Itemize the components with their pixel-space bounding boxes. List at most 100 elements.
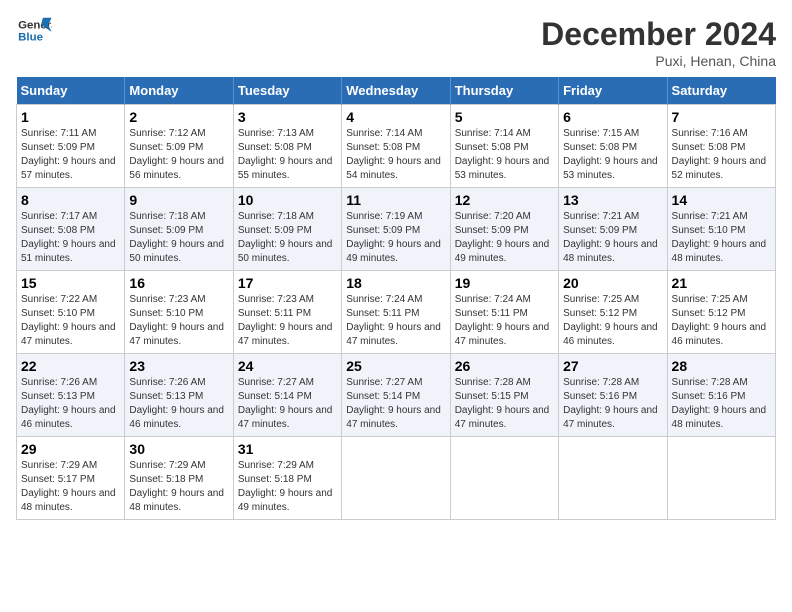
svg-text:Blue: Blue [18, 32, 43, 44]
day-info: Sunrise: 7:17 AMSunset: 5:08 PMDaylight:… [21, 211, 116, 264]
day-number: 16 [129, 275, 228, 291]
day-number: 31 [238, 441, 337, 457]
table-row: 24 Sunrise: 7:27 AMSunset: 5:14 PMDaylig… [233, 354, 341, 437]
table-row: 8 Sunrise: 7:17 AMSunset: 5:08 PMDayligh… [17, 188, 125, 271]
table-row: 9 Sunrise: 7:18 AMSunset: 5:09 PMDayligh… [125, 188, 233, 271]
table-row [667, 437, 775, 520]
day-number: 12 [455, 192, 554, 208]
day-info: Sunrise: 7:21 AMSunset: 5:09 PMDaylight:… [563, 211, 658, 264]
day-number: 2 [129, 109, 228, 125]
day-info: Sunrise: 7:24 AMSunset: 5:11 PMDaylight:… [346, 294, 441, 347]
day-info: Sunrise: 7:27 AMSunset: 5:14 PMDaylight:… [238, 377, 333, 430]
day-number: 30 [129, 441, 228, 457]
day-info: Sunrise: 7:29 AMSunset: 5:18 PMDaylight:… [238, 460, 333, 513]
table-row: 6 Sunrise: 7:15 AMSunset: 5:08 PMDayligh… [559, 105, 667, 188]
table-row: 20 Sunrise: 7:25 AMSunset: 5:12 PMDaylig… [559, 271, 667, 354]
table-row: 3 Sunrise: 7:13 AMSunset: 5:08 PMDayligh… [233, 105, 341, 188]
day-number: 4 [346, 109, 445, 125]
day-info: Sunrise: 7:20 AMSunset: 5:09 PMDaylight:… [455, 211, 550, 264]
table-row: 30 Sunrise: 7:29 AMSunset: 5:18 PMDaylig… [125, 437, 233, 520]
day-info: Sunrise: 7:22 AMSunset: 5:10 PMDaylight:… [21, 294, 116, 347]
day-number: 13 [563, 192, 662, 208]
calendar-row: 22 Sunrise: 7:26 AMSunset: 5:13 PMDaylig… [17, 354, 776, 437]
day-number: 1 [21, 109, 120, 125]
day-number: 7 [672, 109, 771, 125]
table-row: 26 Sunrise: 7:28 AMSunset: 5:15 PMDaylig… [450, 354, 558, 437]
day-info: Sunrise: 7:29 AMSunset: 5:18 PMDaylight:… [129, 460, 224, 513]
page-header: General Blue December 2024 Puxi, Henan, … [16, 16, 776, 69]
col-sunday: Sunday [17, 77, 125, 105]
table-row: 18 Sunrise: 7:24 AMSunset: 5:11 PMDaylig… [342, 271, 450, 354]
day-number: 27 [563, 358, 662, 374]
day-info: Sunrise: 7:25 AMSunset: 5:12 PMDaylight:… [672, 294, 767, 347]
day-number: 23 [129, 358, 228, 374]
table-row: 15 Sunrise: 7:22 AMSunset: 5:10 PMDaylig… [17, 271, 125, 354]
day-info: Sunrise: 7:24 AMSunset: 5:11 PMDaylight:… [455, 294, 550, 347]
day-number: 11 [346, 192, 445, 208]
table-row: 27 Sunrise: 7:28 AMSunset: 5:16 PMDaylig… [559, 354, 667, 437]
day-number: 25 [346, 358, 445, 374]
day-info: Sunrise: 7:28 AMSunset: 5:16 PMDaylight:… [563, 377, 658, 430]
day-info: Sunrise: 7:11 AMSunset: 5:09 PMDaylight:… [21, 128, 116, 181]
day-number: 19 [455, 275, 554, 291]
header-row: Sunday Monday Tuesday Wednesday Thursday… [17, 77, 776, 105]
col-tuesday: Tuesday [233, 77, 341, 105]
day-info: Sunrise: 7:25 AMSunset: 5:12 PMDaylight:… [563, 294, 658, 347]
day-number: 14 [672, 192, 771, 208]
location: Puxi, Henan, China [541, 53, 776, 69]
table-row [559, 437, 667, 520]
day-number: 6 [563, 109, 662, 125]
table-row: 25 Sunrise: 7:27 AMSunset: 5:14 PMDaylig… [342, 354, 450, 437]
month-title: December 2024 [541, 16, 776, 53]
day-info: Sunrise: 7:27 AMSunset: 5:14 PMDaylight:… [346, 377, 441, 430]
day-number: 26 [455, 358, 554, 374]
day-number: 21 [672, 275, 771, 291]
day-info: Sunrise: 7:28 AMSunset: 5:15 PMDaylight:… [455, 377, 550, 430]
day-number: 28 [672, 358, 771, 374]
table-row: 19 Sunrise: 7:24 AMSunset: 5:11 PMDaylig… [450, 271, 558, 354]
table-row: 2 Sunrise: 7:12 AMSunset: 5:09 PMDayligh… [125, 105, 233, 188]
table-row: 4 Sunrise: 7:14 AMSunset: 5:08 PMDayligh… [342, 105, 450, 188]
table-row: 11 Sunrise: 7:19 AMSunset: 5:09 PMDaylig… [342, 188, 450, 271]
table-row: 16 Sunrise: 7:23 AMSunset: 5:10 PMDaylig… [125, 271, 233, 354]
day-info: Sunrise: 7:26 AMSunset: 5:13 PMDaylight:… [129, 377, 224, 430]
title-block: December 2024 Puxi, Henan, China [541, 16, 776, 69]
day-info: Sunrise: 7:15 AMSunset: 5:08 PMDaylight:… [563, 128, 658, 181]
table-row: 13 Sunrise: 7:21 AMSunset: 5:09 PMDaylig… [559, 188, 667, 271]
table-row [450, 437, 558, 520]
day-number: 9 [129, 192, 228, 208]
table-row: 22 Sunrise: 7:26 AMSunset: 5:13 PMDaylig… [17, 354, 125, 437]
calendar-table: Sunday Monday Tuesday Wednesday Thursday… [16, 77, 776, 520]
day-number: 5 [455, 109, 554, 125]
logo-icon: General Blue [16, 16, 52, 46]
day-info: Sunrise: 7:19 AMSunset: 5:09 PMDaylight:… [346, 211, 441, 264]
day-number: 10 [238, 192, 337, 208]
col-thursday: Thursday [450, 77, 558, 105]
logo: General Blue [16, 16, 52, 46]
day-number: 29 [21, 441, 120, 457]
calendar-row: 15 Sunrise: 7:22 AMSunset: 5:10 PMDaylig… [17, 271, 776, 354]
day-number: 17 [238, 275, 337, 291]
table-row: 1 Sunrise: 7:11 AMSunset: 5:09 PMDayligh… [17, 105, 125, 188]
day-info: Sunrise: 7:18 AMSunset: 5:09 PMDaylight:… [238, 211, 333, 264]
day-info: Sunrise: 7:12 AMSunset: 5:09 PMDaylight:… [129, 128, 224, 181]
day-number: 15 [21, 275, 120, 291]
table-row: 17 Sunrise: 7:23 AMSunset: 5:11 PMDaylig… [233, 271, 341, 354]
table-row: 14 Sunrise: 7:21 AMSunset: 5:10 PMDaylig… [667, 188, 775, 271]
day-info: Sunrise: 7:16 AMSunset: 5:08 PMDaylight:… [672, 128, 767, 181]
day-number: 18 [346, 275, 445, 291]
table-row: 29 Sunrise: 7:29 AMSunset: 5:17 PMDaylig… [17, 437, 125, 520]
day-info: Sunrise: 7:14 AMSunset: 5:08 PMDaylight:… [455, 128, 550, 181]
day-info: Sunrise: 7:23 AMSunset: 5:10 PMDaylight:… [129, 294, 224, 347]
day-info: Sunrise: 7:29 AMSunset: 5:17 PMDaylight:… [21, 460, 116, 513]
col-monday: Monday [125, 77, 233, 105]
day-info: Sunrise: 7:13 AMSunset: 5:08 PMDaylight:… [238, 128, 333, 181]
day-info: Sunrise: 7:28 AMSunset: 5:16 PMDaylight:… [672, 377, 767, 430]
calendar-row: 8 Sunrise: 7:17 AMSunset: 5:08 PMDayligh… [17, 188, 776, 271]
day-info: Sunrise: 7:18 AMSunset: 5:09 PMDaylight:… [129, 211, 224, 264]
table-row: 10 Sunrise: 7:18 AMSunset: 5:09 PMDaylig… [233, 188, 341, 271]
col-saturday: Saturday [667, 77, 775, 105]
table-row: 21 Sunrise: 7:25 AMSunset: 5:12 PMDaylig… [667, 271, 775, 354]
col-wednesday: Wednesday [342, 77, 450, 105]
table-row: 12 Sunrise: 7:20 AMSunset: 5:09 PMDaylig… [450, 188, 558, 271]
